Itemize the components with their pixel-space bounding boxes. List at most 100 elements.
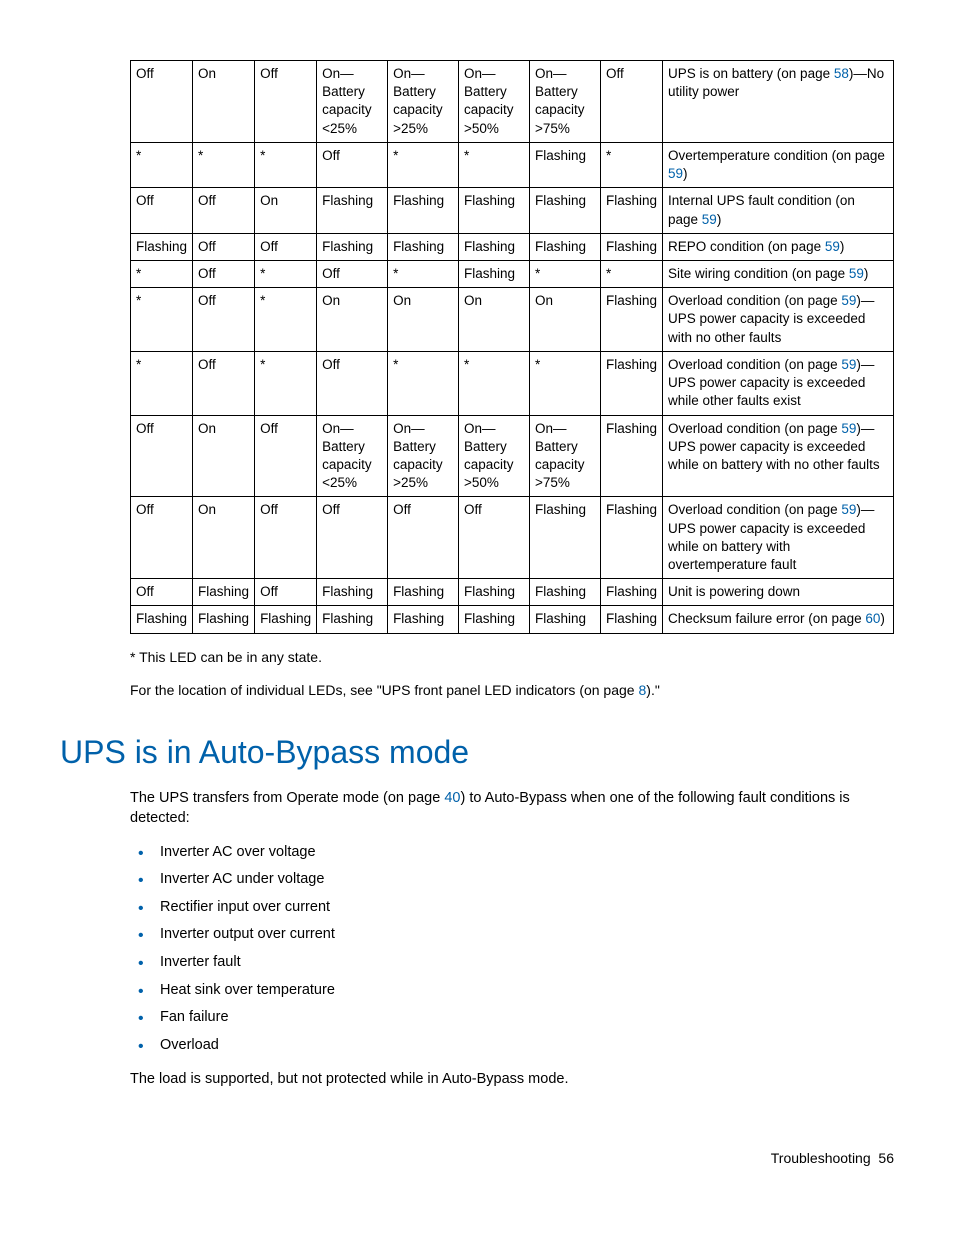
table-cell: Off [317,351,388,415]
table-cell: Off [459,497,530,579]
page-link[interactable]: 59 [841,293,856,308]
table-cell: Off [131,415,193,497]
table-cell: * [459,351,530,415]
table-row: OffFlashingOffFlashingFlashingFlashingFl… [131,579,894,606]
table-cell: Flashing [388,606,459,633]
page-link[interactable]: 59 [841,421,856,436]
table-cell: * [255,260,317,287]
table-cell: Off [255,497,317,579]
bullet-list: Inverter AC over voltageInverter AC unde… [130,843,894,1056]
table-description-cell: Overload condition (on page 59)—UPS powe… [663,415,894,497]
page-link[interactable]: 59 [702,212,717,227]
table-cell: On—Battery capacity >75% [530,415,601,497]
list-item: Fan failure [160,1008,894,1028]
table-cell: * [255,142,317,187]
table-cell: On [193,415,255,497]
table-cell: Flashing [459,188,530,233]
table-cell: Flashing [388,188,459,233]
table-cell: Flashing [600,188,662,233]
table-cell: Flashing [317,606,388,633]
list-item: Overload [160,1036,894,1056]
table-description-cell: Overload condition (on page 59)—UPS powe… [663,351,894,415]
page-link[interactable]: 59 [841,357,856,372]
page-link[interactable]: 40 [444,790,460,806]
table-description-cell: UPS is on battery (on page 58)—No utilit… [663,61,894,143]
table-cell: On—Battery capacity >25% [388,61,459,143]
page-link[interactable]: 58 [834,66,849,81]
table-cell: On [193,497,255,579]
table-cell: On—Battery capacity <25% [317,415,388,497]
table-cell: On [317,288,388,352]
table-cell: On—Battery capacity >25% [388,415,459,497]
table-cell: Flashing [600,415,662,497]
table-cell: Flashing [600,606,662,633]
table-cell: Flashing [459,260,530,287]
list-item: Inverter output over current [160,925,894,945]
table-cell: Off [193,188,255,233]
table-description-cell: Checksum failure error (on page 60) [663,606,894,633]
table-row: OffOnOffOn—Battery capacity <25%On—Batte… [131,61,894,143]
table-cell: Off [317,497,388,579]
table-cell: Flashing [255,606,317,633]
table-cell: * [600,142,662,187]
table-cell: Off [131,61,193,143]
list-item: Inverter AC over voltage [160,843,894,863]
table-cell: On [255,188,317,233]
table-cell: Off [131,497,193,579]
table-cell: Off [131,188,193,233]
table-description-cell: Overload condition (on page 59)—UPS powe… [663,497,894,579]
page-link[interactable]: 59 [825,239,840,254]
table-cell: Off [255,579,317,606]
table-cell: Flashing [388,579,459,606]
list-item: Heat sink over temperature [160,981,894,1001]
table-cell: * [131,260,193,287]
table-cell: * [530,351,601,415]
section-heading: UPS is in Auto-Bypass mode [60,731,894,774]
table-cell: Flashing [193,579,255,606]
table-cell: Flashing [530,606,601,633]
closing-paragraph: The load is supported, but not protected… [130,1070,894,1090]
led-state-table: OffOnOffOn—Battery capacity <25%On—Batte… [130,60,894,634]
table-cell: Off [388,497,459,579]
table-cell: Flashing [530,188,601,233]
table-cell: Off [193,351,255,415]
table-cell: Flashing [131,606,193,633]
page-link[interactable]: 59 [668,166,683,181]
table-cell: Flashing [600,579,662,606]
table-cell: Off [317,260,388,287]
table-description-cell: Overload condition (on page 59)—UPS powe… [663,288,894,352]
table-cell: Flashing [530,233,601,260]
table-cell: Flashing [600,233,662,260]
table-row: FlashingOffOffFlashingFlashingFlashingFl… [131,233,894,260]
table-description-cell: Site wiring condition (on page 59) [663,260,894,287]
table-cell: On—Battery capacity <25% [317,61,388,143]
table-cell: Flashing [530,497,601,579]
table-cell: Flashing [530,142,601,187]
table-cell: Off [193,260,255,287]
page-link[interactable]: 59 [849,266,864,281]
table-cell: Off [317,142,388,187]
reference-text: For the location of individual LEDs, see… [130,681,894,700]
table-cell: * [255,288,317,352]
table-row: *Off*Off*Flashing**Site wiring condition… [131,260,894,287]
page-link[interactable]: 60 [865,611,880,626]
intro-paragraph: The UPS transfers from Operate mode (on … [130,789,894,828]
table-cell: Flashing [317,579,388,606]
table-row: *Off*Off***FlashingOverload condition (o… [131,351,894,415]
table-description-cell: Overtemperature condition (on page 59) [663,142,894,187]
table-cell: Flashing [193,606,255,633]
table-cell: On [388,288,459,352]
table-cell: * [131,142,193,187]
table-cell: Flashing [317,233,388,260]
table-cell: Flashing [600,497,662,579]
page-footer: Troubleshooting 56 [60,1149,894,1168]
table-cell: Flashing [388,233,459,260]
table-cell: * [388,351,459,415]
table-description-cell: REPO condition (on page 59) [663,233,894,260]
table-cell: Off [600,61,662,143]
table-cell: Flashing [600,288,662,352]
table-cell: Off [193,288,255,352]
page-link[interactable]: 59 [841,502,856,517]
table-cell: * [131,288,193,352]
list-item: Rectifier input over current [160,898,894,918]
